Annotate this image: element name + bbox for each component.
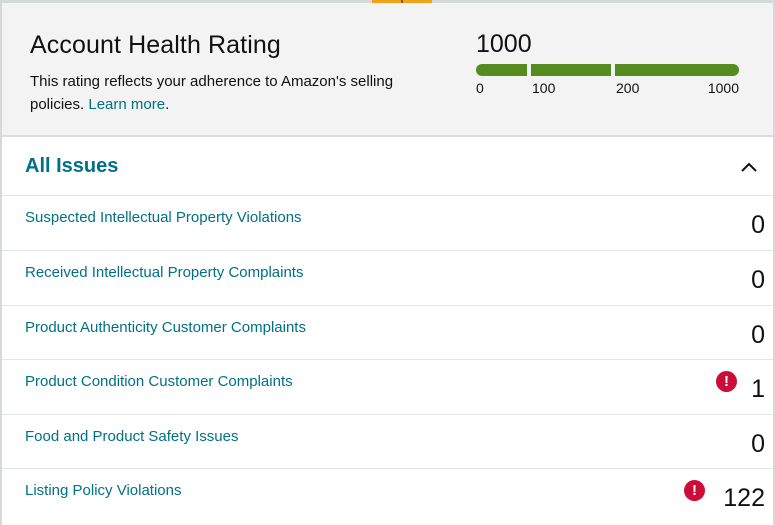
meter-tick: 200 xyxy=(616,80,640,96)
description-text: This rating reflects your adherence to A… xyxy=(30,73,394,113)
all-issues-header[interactable]: All Issues xyxy=(2,137,773,195)
issue-link[interactable]: Food and Product Safety Issues xyxy=(25,428,238,445)
learn-more-link[interactable]: Learn more xyxy=(88,96,165,113)
meter-segment-high xyxy=(615,64,739,76)
issue-link[interactable]: Product Condition Customer Complaints xyxy=(25,373,293,390)
health-score: 1000 xyxy=(476,30,532,58)
issue-link[interactable]: Product Authenticity Customer Complaints xyxy=(25,319,306,336)
exclamation-icon: ! xyxy=(716,371,737,392)
meter-tick: 100 xyxy=(532,80,556,96)
issue-count: 0 xyxy=(751,211,765,239)
meter-tick-labels: 0 100 200 1000 xyxy=(476,80,739,98)
issue-row: Food and Product Safety Issues 0 xyxy=(2,414,773,469)
description-period: . xyxy=(165,96,170,113)
account-health-description: This rating reflects your adherence to A… xyxy=(30,70,410,116)
meter-tick: 0 xyxy=(476,80,484,96)
issue-row: Listing Policy Violations ! 122 xyxy=(2,468,773,523)
meter-tick: 1000 xyxy=(707,80,739,96)
all-issues-title: All Issues xyxy=(25,155,119,177)
issue-count: 0 xyxy=(751,321,765,349)
issue-link[interactable]: Listing Policy Violations xyxy=(25,482,181,499)
meter-segment-mid xyxy=(531,64,611,76)
issue-count: 122 xyxy=(723,484,765,512)
issue-link[interactable]: Suspected Intellectual Property Violatio… xyxy=(25,209,302,226)
issue-count: 0 xyxy=(751,430,765,458)
exclamation-icon: ! xyxy=(684,480,705,501)
issue-row: Product Authenticity Customer Complaints… xyxy=(2,305,773,360)
account-health-title: Account Health Rating xyxy=(30,31,281,59)
issue-row: Received Intellectual Property Complaint… xyxy=(2,250,773,305)
issue-count: 0 xyxy=(751,266,765,294)
health-meter xyxy=(476,64,739,76)
issue-row: Suspected Intellectual Property Violatio… xyxy=(2,195,773,250)
chevron-up-icon[interactable] xyxy=(739,157,759,177)
issue-row: Product Condition Customer Complaints ! … xyxy=(2,359,773,414)
issue-link[interactable]: Received Intellectual Property Complaint… xyxy=(25,264,303,281)
issue-count: 1 xyxy=(751,375,765,403)
meter-segment-low xyxy=(476,64,527,76)
